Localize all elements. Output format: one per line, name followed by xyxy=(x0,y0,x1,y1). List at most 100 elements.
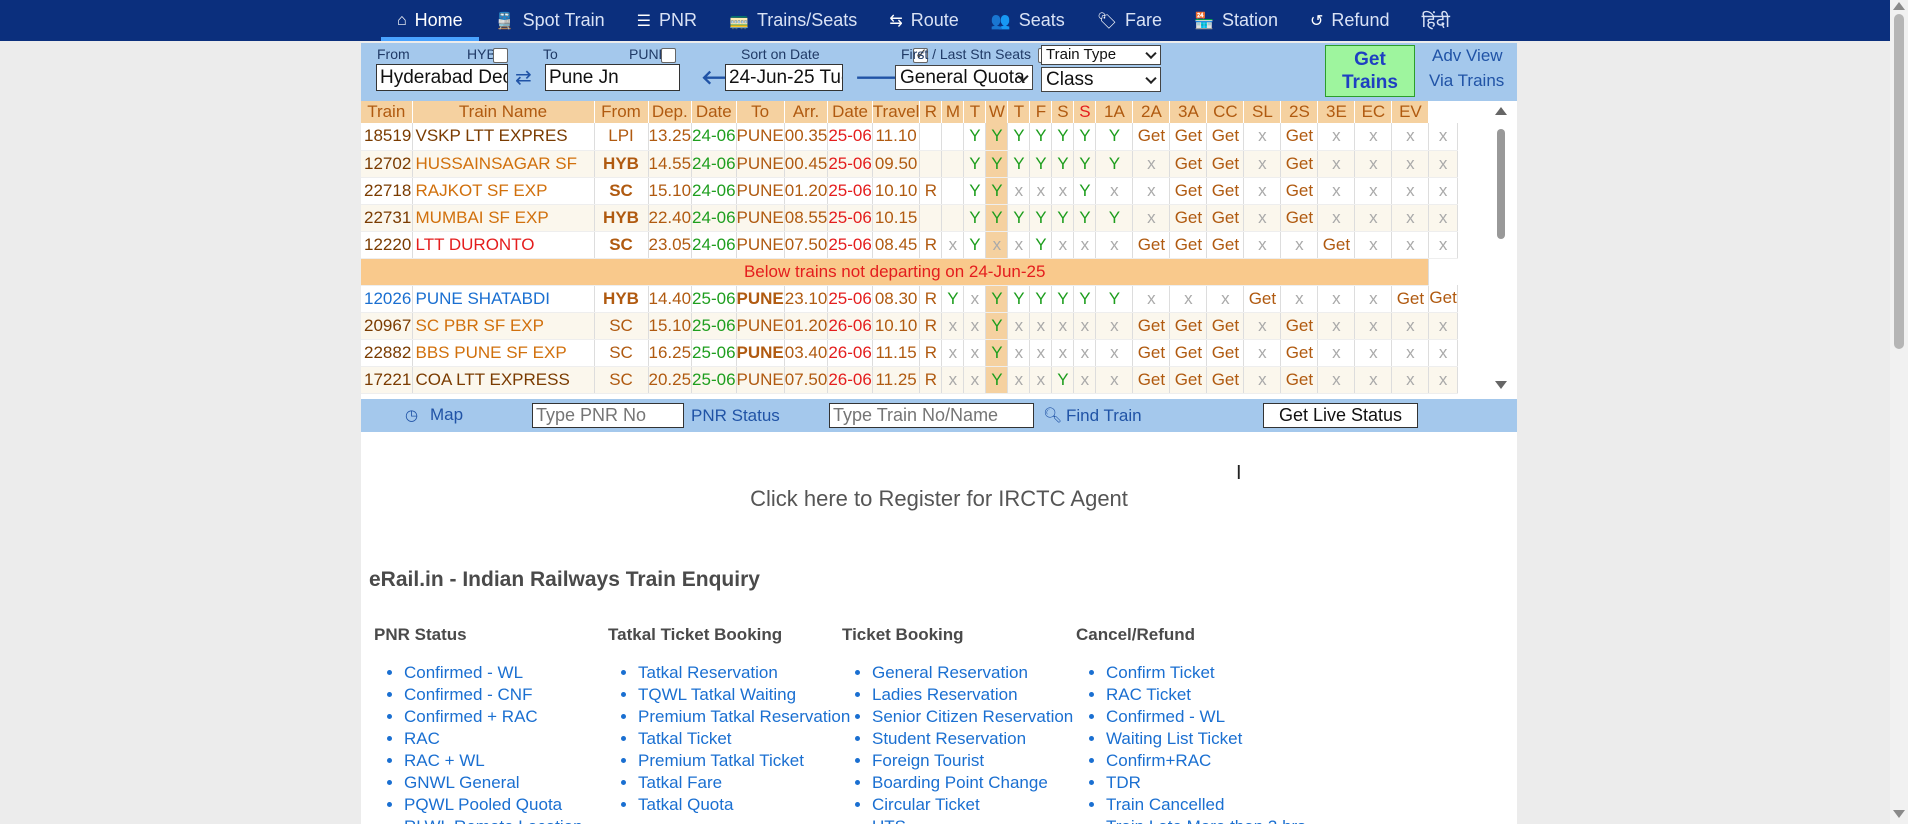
map-icon[interactable]: ◷ xyxy=(405,406,418,424)
table-row[interactable]: 17221 COA LTT EXPRESS SC 20.25 25-06 PUNE 07.5… xyxy=(361,366,1458,394)
column-header[interactable]: Dep. xyxy=(648,101,693,123)
column-header[interactable]: Travel xyxy=(872,101,921,123)
info-link[interactable]: Confirm Ticket xyxy=(1106,662,1356,684)
table-row[interactable]: 22882 BBS PUNE SF EXP SC 16.25 25-06 PUNE 03.4… xyxy=(361,339,1458,367)
train-name-link[interactable]: PUNE SHATABDI xyxy=(412,285,595,313)
class-availability[interactable]: Get xyxy=(1280,177,1319,205)
swap-stations-icon[interactable]: ⇄ xyxy=(515,65,532,90)
column-header[interactable]: Date xyxy=(691,101,737,123)
scroll-down-arrow-icon[interactable] xyxy=(1495,381,1507,389)
class-availability[interactable]: Get xyxy=(1169,312,1208,340)
class-availability[interactable]: Get xyxy=(1206,150,1245,178)
info-link[interactable]: Train Cancelled xyxy=(1106,794,1356,816)
class-availability[interactable]: Get xyxy=(1132,123,1171,151)
table-row[interactable]: 22718 RAJKOT SF EXP SC 15.10 24-06 PUNE 01.20 2… xyxy=(361,177,1458,205)
class-availability[interactable]: Get xyxy=(1206,177,1245,205)
find-train-link[interactable]: Find Train xyxy=(1066,406,1142,426)
scroll-down-arrow-icon[interactable] xyxy=(1893,810,1905,818)
train-name-link[interactable]: HUSSAINSAGAR SF xyxy=(412,150,595,178)
class-availability[interactable]: Get xyxy=(1280,150,1319,178)
class-availability[interactable]: Get xyxy=(1280,204,1319,232)
nav-item-trains-seats[interactable]: 🚃 Trains/Seats xyxy=(713,0,873,41)
table-scroll-thumb[interactable] xyxy=(1497,129,1505,239)
info-link[interactable]: RLWL Remote Location xyxy=(404,816,654,824)
table-row[interactable]: 20967 SC PBR SF EXP SC 15.10 25-06 PUNE 01.20 2… xyxy=(361,312,1458,340)
info-link[interactable]: Waiting List Ticket xyxy=(1106,728,1356,750)
quota-select[interactable]: General Quota xyxy=(895,65,1033,90)
class-availability[interactable]: Get xyxy=(1280,339,1319,367)
train-number[interactable]: 22731 xyxy=(361,204,413,232)
date-input[interactable]: 24-Jun-25 Tue xyxy=(725,64,843,91)
info-link[interactable]: Confirmed - WL xyxy=(1106,706,1356,728)
class-availability[interactable]: Get xyxy=(1317,231,1356,259)
from-station-input[interactable]: Hyderabad Decan xyxy=(376,64,508,91)
class-availability[interactable]: Get xyxy=(1243,285,1282,313)
class-availability[interactable]: Get xyxy=(1206,204,1245,232)
to-code-checkbox[interactable] xyxy=(661,48,676,63)
class-availability[interactable]: Get xyxy=(1132,366,1171,394)
class-availability[interactable]: Get xyxy=(1169,123,1208,151)
info-link[interactable]: TDR xyxy=(1106,772,1356,794)
map-link[interactable]: Map xyxy=(430,405,463,425)
train-type-select[interactable]: Train Type xyxy=(1041,45,1161,65)
column-header[interactable]: Date xyxy=(827,101,873,123)
table-row[interactable]: 18519 VSKP LTT EXPRES LPI 13.25 24-06 PUNE 00.… xyxy=(361,123,1458,151)
nav-item-hindi[interactable]: हिंदी xyxy=(1405,0,1465,41)
train-name-link[interactable]: LTT DURONTO xyxy=(412,231,595,259)
train-name-link[interactable]: SC PBR SF EXP xyxy=(412,312,595,340)
nav-item-route[interactable]: ⇆ Route xyxy=(873,0,974,41)
class-availability[interactable]: Get xyxy=(1169,231,1208,259)
page-scrollbar[interactable] xyxy=(1890,0,1908,824)
pnr-input[interactable] xyxy=(532,403,684,428)
class-availability[interactable]: Get xyxy=(1169,150,1208,178)
train-name-link[interactable]: BBS PUNE SF EXP xyxy=(412,339,595,367)
nav-item-fare[interactable]: 🏷 Fare xyxy=(1081,0,1178,41)
pnr-status-link[interactable]: PNR Status xyxy=(691,406,780,426)
class-availability[interactable]: Get xyxy=(1280,312,1319,340)
scroll-thumb[interactable] xyxy=(1894,14,1904,349)
column-header[interactable]: Train xyxy=(361,101,413,123)
register-irctc-agent-link[interactable]: Click here to Register for IRCTC Agent xyxy=(361,486,1517,512)
nav-item-refund[interactable]: ↺ Refund xyxy=(1294,0,1405,41)
column-header[interactable]: R xyxy=(919,101,943,123)
class-availability[interactable]: Get xyxy=(1132,339,1171,367)
get-trains-button[interactable]: Get Trains xyxy=(1325,45,1415,97)
class-availability[interactable]: Get xyxy=(1428,285,1458,313)
via-trains-link[interactable]: Via Trains xyxy=(1429,71,1504,91)
to-station-input[interactable]: Pune Jn xyxy=(545,64,680,91)
class-availability[interactable]: Get xyxy=(1206,312,1245,340)
class-availability[interactable]: Get xyxy=(1280,123,1319,151)
class-availability[interactable]: Get xyxy=(1169,204,1208,232)
table-row[interactable]: 12026 PUNE SHATABDI HYB 14.40 25-06 PUNE 23.10… xyxy=(361,285,1458,313)
nav-item-pnr[interactable]: ☰ PNR xyxy=(621,0,713,41)
train-number[interactable]: 18519 xyxy=(361,123,413,151)
table-row[interactable]: 22731 MUMBAI SF EXP HYB 22.40 24-06 PUNE 08.55… xyxy=(361,204,1458,232)
class-availability[interactable]: Get xyxy=(1132,312,1171,340)
info-link[interactable]: Train Late More than 3 hrs xyxy=(1106,816,1356,824)
train-name-link[interactable]: VSKP LTT EXPRES xyxy=(412,123,595,151)
class-availability[interactable]: Get xyxy=(1280,366,1319,394)
train-number[interactable]: 17221 xyxy=(361,366,413,394)
train-name-link[interactable]: COA LTT EXPRESS xyxy=(412,366,595,394)
info-link[interactable]: RAC Ticket xyxy=(1106,684,1356,706)
train-number[interactable]: 12220 xyxy=(361,231,413,259)
column-header[interactable]: From xyxy=(594,101,649,123)
column-header[interactable]: To xyxy=(736,101,785,123)
class-availability[interactable]: Get xyxy=(1206,123,1245,151)
train-number[interactable]: 22718 xyxy=(361,177,413,205)
nav-item-spot-train[interactable]: 🚆 Spot Train xyxy=(479,0,621,41)
from-code-checkbox[interactable] xyxy=(493,48,508,63)
train-number[interactable]: 12026 xyxy=(361,285,413,313)
get-live-status-button[interactable]: Get Live Status xyxy=(1263,403,1418,428)
class-availability[interactable]: Get xyxy=(1132,231,1171,259)
train-number[interactable]: 20967 xyxy=(361,312,413,340)
train-search-input[interactable] xyxy=(829,403,1034,428)
column-header[interactable]: Arr. xyxy=(784,101,829,123)
train-number[interactable]: 22882 xyxy=(361,339,413,367)
scroll-up-arrow-icon[interactable] xyxy=(1893,2,1905,10)
adv-view-link[interactable]: Adv View xyxy=(1432,46,1503,66)
train-number[interactable]: 12702 xyxy=(361,150,413,178)
search-icon[interactable]: 🔍︎ xyxy=(1043,406,1062,424)
info-link[interactable]: Confirm+RAC xyxy=(1106,750,1356,772)
column-header[interactable]: Train Name xyxy=(412,101,595,123)
